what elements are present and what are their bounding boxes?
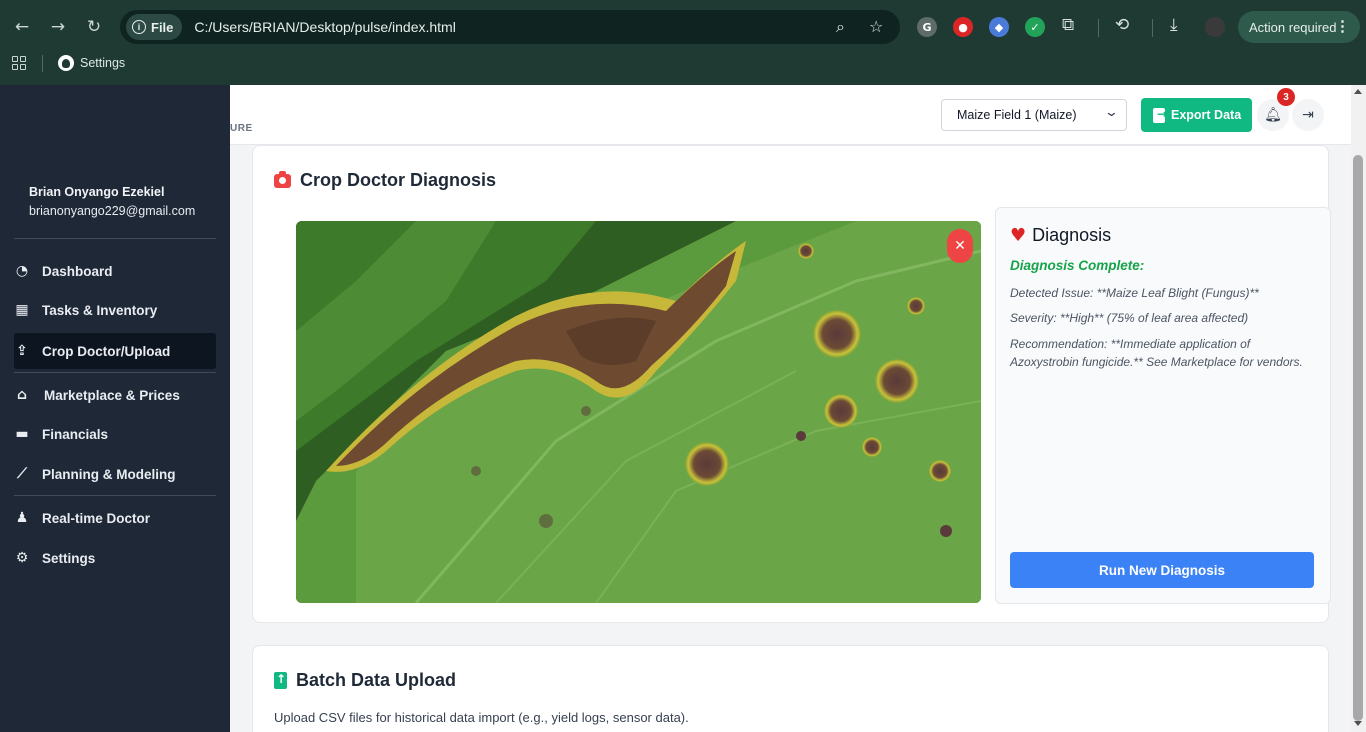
gear-icon: ⚙ bbox=[15, 550, 29, 566]
logout-button[interactable]: ⇥ bbox=[1292, 99, 1324, 131]
file-export-icon bbox=[1153, 107, 1167, 123]
diagnosis-title: ♥ Diagnosis bbox=[1010, 225, 1111, 246]
batch-upload-title-text: Batch Data Upload bbox=[296, 670, 457, 690]
sidebar-item-tasks-inventory[interactable]: ▦ Tasks & Inventory bbox=[14, 292, 216, 328]
export-data-label: Export Data bbox=[1171, 108, 1242, 122]
detected-issue: Detected Issue: **Maize Leaf Blight (Fun… bbox=[1010, 286, 1259, 300]
sidebar-item-crop-doctor-upload[interactable]: ⇪ Crop Doctor/Upload bbox=[14, 333, 216, 369]
wallet-icon: ▬ bbox=[15, 426, 29, 442]
notification-count-badge: 3 bbox=[1277, 88, 1295, 106]
leaf-photo bbox=[296, 221, 981, 603]
page-title-fragment: URE bbox=[230, 123, 253, 134]
batch-upload-description: Upload CSV files for historical data imp… bbox=[274, 710, 689, 725]
scrollbar-thumb[interactable] bbox=[1353, 155, 1363, 721]
store-icon: ⌂ bbox=[16, 387, 28, 403]
remove-image-button[interactable]: ✕ bbox=[947, 229, 973, 263]
address-bar[interactable]: i File C:/Users/BRIAN/Desktop/pulse/inde… bbox=[120, 10, 900, 44]
colorful-extension-icon[interactable]: ◆ bbox=[989, 17, 1009, 37]
sidebar-divider bbox=[14, 372, 216, 373]
export-data-button[interactable]: Export Data bbox=[1141, 98, 1252, 132]
sidebar-item-settings[interactable]: ⚙ Settings bbox=[14, 540, 216, 576]
file-chip-label: File bbox=[151, 19, 174, 35]
sidebar-item-marketplace-prices[interactable]: ⌂ Marketplace & Prices bbox=[14, 377, 216, 413]
user-doctor-icon: ♟ bbox=[15, 510, 29, 526]
uploaded-leaf-image: ✕ bbox=[296, 221, 981, 603]
sidebar-item-label: Tasks & Inventory bbox=[42, 302, 158, 318]
batch-upload-card: Batch Data Upload Upload CSV files for h… bbox=[252, 645, 1329, 732]
page-scrollbar[interactable] bbox=[1351, 85, 1366, 732]
chevron-down-icon: ⌄ bbox=[1103, 105, 1120, 120]
sidebar-item-financials[interactable]: ▬ Financials bbox=[14, 416, 216, 452]
forward-icon[interactable]: → bbox=[45, 14, 71, 40]
diagnosis-title-text: Diagnosis bbox=[1032, 225, 1112, 245]
scroll-up-arrow-icon[interactable] bbox=[1354, 89, 1362, 94]
severity: Severity: **High** (75% of leaf area aff… bbox=[1010, 311, 1249, 325]
sidebar-item-label: Settings bbox=[42, 550, 96, 566]
toolbar-separator bbox=[1152, 19, 1153, 37]
sidebar-item-planning-modeling[interactable]: ⟋ Planning & Modeling bbox=[14, 456, 216, 492]
profile-avatar[interactable] bbox=[1205, 17, 1225, 37]
sidebar-item-label: Crop Doctor/Upload bbox=[42, 343, 171, 359]
action-required-label: Action required bbox=[1249, 19, 1337, 35]
chart-line-icon: ⟋ bbox=[17, 466, 27, 482]
sidebar-divider bbox=[14, 495, 216, 496]
url-text[interactable]: C:/Users/BRIAN/Desktop/pulse/index.html bbox=[194, 19, 455, 35]
crop-doctor-card: Crop Doctor Diagnosis ✕ ♥ Diagnosis Diag… bbox=[252, 145, 1331, 623]
extensions-puzzle-icon[interactable]: ⧉ bbox=[1062, 15, 1074, 35]
heart-pulse-icon: ♥ bbox=[1010, 225, 1027, 246]
file-upload-icon bbox=[274, 672, 287, 689]
bookmark-star-icon[interactable]: ☆ bbox=[869, 17, 883, 36]
recommendation: Recommendation: **Immediate application … bbox=[1010, 337, 1303, 369]
zoom-icon[interactable]: ⌕ bbox=[836, 17, 845, 37]
sidebar-item-realtime-doctor[interactable]: ♟ Real-time Doctor bbox=[14, 500, 216, 536]
gauge-icon: ◔ bbox=[15, 263, 29, 279]
site-info-chip[interactable]: i File bbox=[126, 14, 183, 40]
sidebar-item-label: Planning & Modeling bbox=[42, 466, 176, 482]
sidebar-item-dashboard[interactable]: ◔ Dashboard bbox=[14, 253, 216, 289]
user-name: Brian Onyango Ezekiel bbox=[29, 185, 165, 199]
action-required-button[interactable]: Action required ⋮ bbox=[1238, 11, 1360, 43]
bell-icon: 🔔︎ bbox=[1264, 107, 1282, 123]
batch-upload-title: Batch Data Upload bbox=[274, 670, 456, 691]
sidebar-item-label: Financials bbox=[42, 426, 109, 442]
github-icon[interactable] bbox=[58, 55, 74, 71]
reload-icon[interactable]: ↻ bbox=[81, 14, 107, 40]
grammarly-extension-icon[interactable]: G bbox=[917, 17, 937, 37]
field-select[interactable]: Maize Field 1 (Maize) ⌄ bbox=[941, 99, 1127, 131]
shield-green-extension-icon[interactable]: ✓ bbox=[1025, 17, 1045, 37]
main-content: URE Maize Field 1 (Maize) ⌄ Export Data … bbox=[230, 85, 1351, 732]
logout-icon: ⇥ bbox=[1302, 107, 1314, 123]
close-icon: ✕ bbox=[954, 238, 966, 254]
user-email: brianonyango229@gmail.com bbox=[29, 204, 196, 218]
calendar-check-icon: ▦ bbox=[15, 302, 29, 318]
diagnosis-status: Diagnosis Complete: bbox=[1010, 258, 1145, 273]
top-header: URE Maize Field 1 (Maize) ⌄ Export Data … bbox=[230, 85, 1351, 145]
camera-icon bbox=[274, 170, 291, 188]
back-icon[interactable]: ← bbox=[9, 14, 35, 40]
browser-toolbar: ← → ↻ i File C:/Users/BRIAN/Desktop/puls… bbox=[0, 0, 1366, 85]
sidebar-item-label: Dashboard bbox=[42, 263, 113, 279]
crop-doctor-title: Crop Doctor Diagnosis bbox=[274, 170, 496, 191]
sidebar-item-label: Marketplace & Prices bbox=[44, 387, 180, 403]
sidebar-divider bbox=[14, 238, 216, 239]
download-icon[interactable]: ⤓ bbox=[1170, 15, 1178, 35]
run-new-diagnosis-button[interactable]: Run New Diagnosis bbox=[1010, 552, 1314, 588]
diagnosis-panel: ♥ Diagnosis Diagnosis Complete: Detected… bbox=[995, 207, 1331, 604]
sidebar-item-label: Real-time Doctor bbox=[42, 510, 151, 526]
crop-doctor-title-text: Crop Doctor Diagnosis bbox=[300, 170, 497, 190]
menu-dots-icon[interactable]: ⋮ bbox=[1335, 17, 1350, 35]
scroll-down-arrow-icon[interactable] bbox=[1354, 721, 1362, 726]
shield-red-extension-icon[interactable]: ● bbox=[953, 17, 973, 37]
info-icon: i bbox=[132, 20, 146, 34]
bookmark-separator bbox=[42, 55, 43, 72]
sidebar: Brian Onyango Ezekiel brianonyango229@gm… bbox=[0, 85, 230, 732]
history-icon[interactable]: ⟲ bbox=[1115, 15, 1129, 35]
bookmark-settings[interactable]: Settings bbox=[80, 56, 125, 70]
upload-person-icon: ⇪ bbox=[16, 343, 28, 359]
field-select-value: Maize Field 1 (Maize) bbox=[957, 108, 1077, 122]
toolbar-separator bbox=[1098, 19, 1099, 37]
apps-grid-icon[interactable] bbox=[12, 56, 26, 70]
